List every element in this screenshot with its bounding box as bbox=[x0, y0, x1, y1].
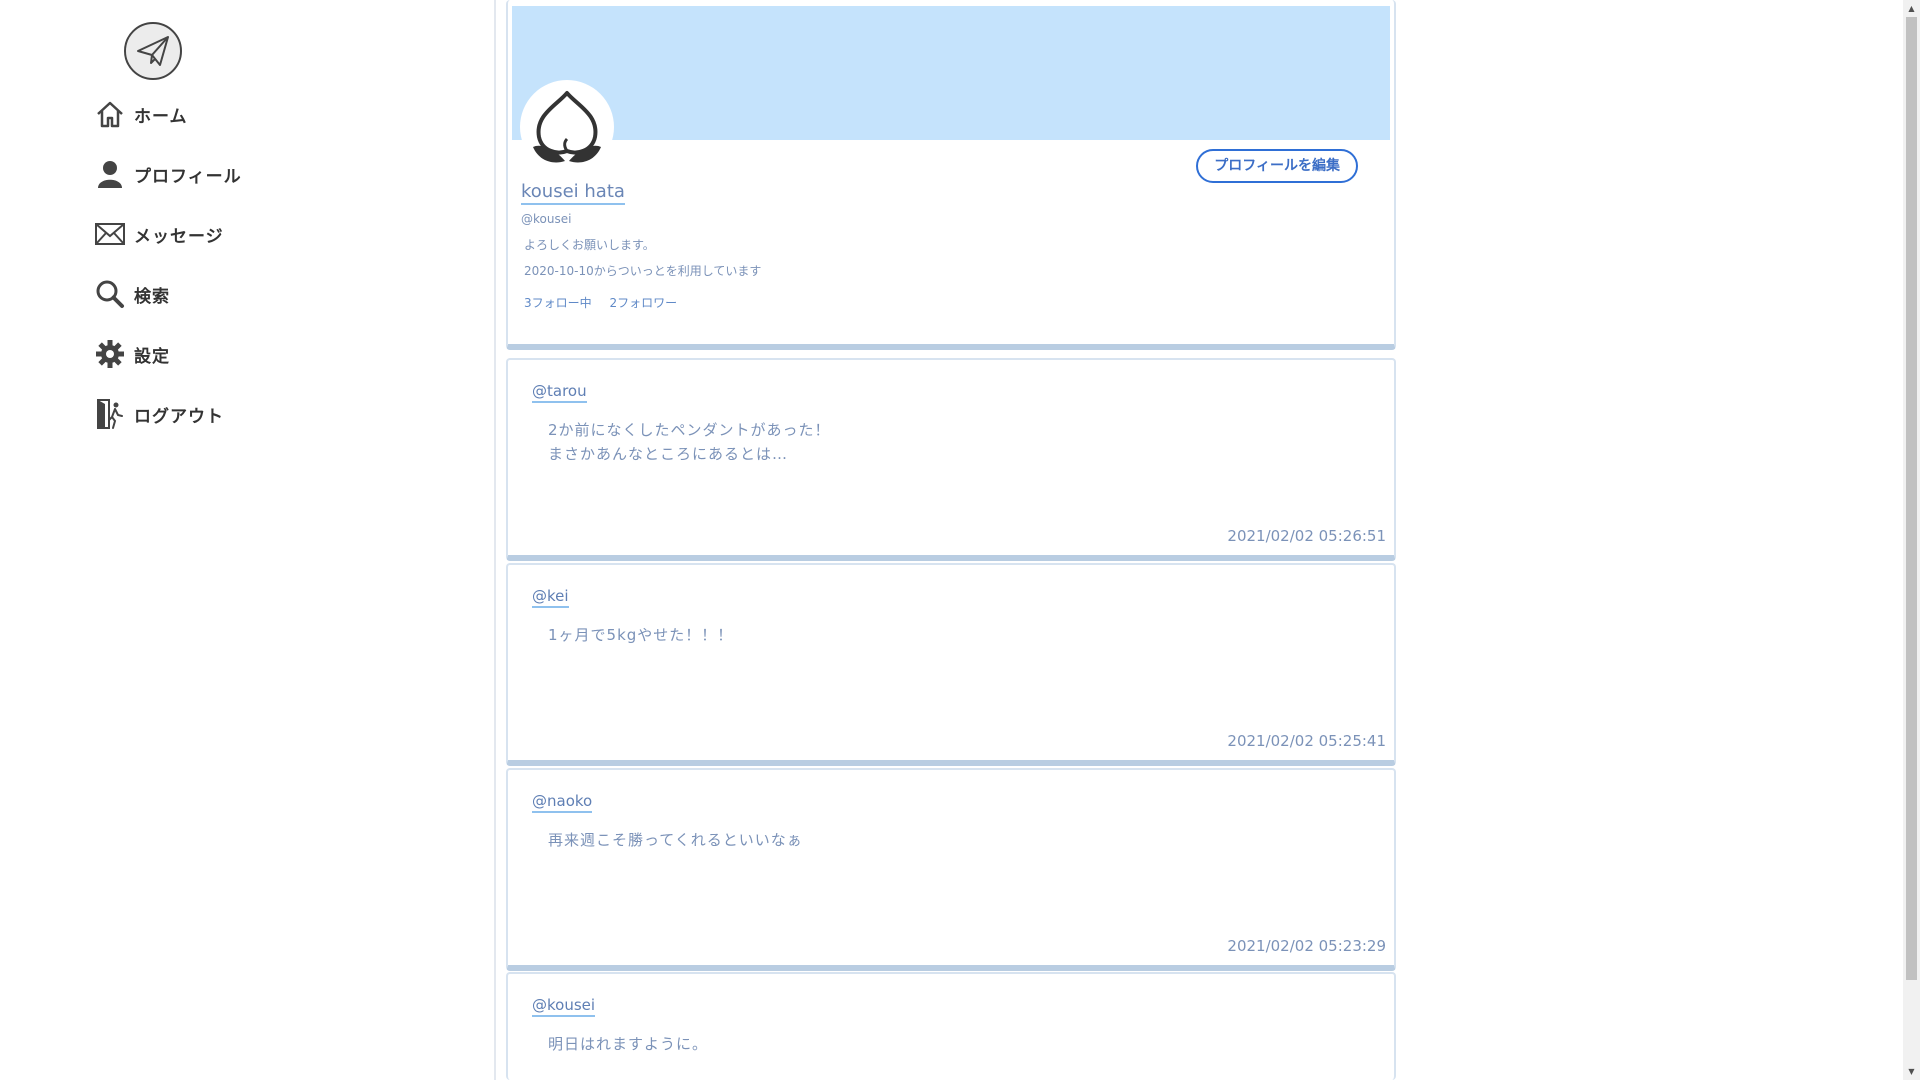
scroll-thumb[interactable] bbox=[1906, 17, 1917, 980]
post-card: @kousei 明日はれますように。 bbox=[506, 972, 1396, 1080]
scroll-down-arrow-icon[interactable]: ▼ bbox=[1903, 1063, 1920, 1080]
sidebar-item-label: ホーム bbox=[134, 106, 188, 127]
sidebar-item-messages[interactable]: メッセージ bbox=[94, 216, 242, 252]
followers-link[interactable]: 2フォロワー bbox=[609, 296, 677, 310]
sidebar-item-label: 検索 bbox=[134, 286, 170, 307]
sidebar-item-label: メッセージ bbox=[134, 226, 224, 247]
mail-icon bbox=[94, 218, 126, 250]
logout-icon bbox=[94, 398, 126, 430]
post-username[interactable]: @naoko bbox=[532, 792, 593, 813]
sidebar-item-settings[interactable]: 設定 bbox=[94, 336, 242, 372]
post-username[interactable]: @tarou bbox=[532, 382, 587, 403]
profile-banner bbox=[512, 6, 1390, 140]
follow-stats: 3フォロー中 2フォロワー bbox=[524, 294, 691, 311]
column-divider bbox=[494, 0, 496, 1080]
post-body: 再来週こそ勝ってくれるといいなぁ bbox=[548, 831, 803, 849]
post-username[interactable]: @kei bbox=[532, 587, 569, 608]
edit-profile-button[interactable]: プロフィールを編集 bbox=[1196, 149, 1358, 183]
user-icon bbox=[94, 158, 126, 190]
profile-card: プロフィールを編集 kousei hata @kousei よろしくお願いします… bbox=[506, 0, 1396, 350]
post-card: @kei 1ヶ月で5kgやせた！！！ 2021/02/02 05:25:41 bbox=[506, 563, 1396, 766]
post-timestamp: 2021/02/02 05:26:51 bbox=[1227, 527, 1386, 545]
search-icon bbox=[94, 278, 126, 310]
post-timestamp: 2021/02/02 05:25:41 bbox=[1227, 732, 1386, 750]
profile-handle: @kousei bbox=[521, 212, 572, 226]
home-icon bbox=[94, 98, 126, 130]
profile-display-name: kousei hata bbox=[521, 181, 625, 205]
scroll-up-arrow-icon[interactable]: ▲ bbox=[1903, 0, 1920, 17]
following-link[interactable]: 3フォロー中 bbox=[524, 296, 592, 310]
gear-icon bbox=[94, 338, 126, 370]
post-body: 明日はれますように。 bbox=[548, 1035, 709, 1053]
sidebar-item-label: プロフィール bbox=[134, 166, 242, 187]
profile-bio: よろしくお願いします。 bbox=[524, 238, 655, 252]
sidebar-item-logout[interactable]: ログアウト bbox=[94, 396, 242, 432]
sidebar-item-label: 設定 bbox=[134, 346, 170, 367]
page: ホーム プロフィール メッセージ 検索 設定 ログアウト プロフィールを編集 k… bbox=[0, 0, 1920, 1080]
post-body: 2か前になくしたペンダントがあった！ まさかあんなところにあるとは… bbox=[548, 421, 831, 463]
sidebar-item-search[interactable]: 検索 bbox=[94, 276, 242, 312]
sidebar-nav: ホーム プロフィール メッセージ 検索 設定 ログアウト bbox=[94, 96, 242, 456]
sidebar-item-label: ログアウト bbox=[134, 406, 224, 427]
post-body: 1ヶ月で5kgやせた！！！ bbox=[548, 626, 734, 644]
scrollbar[interactable]: ▲ ▼ bbox=[1903, 0, 1920, 1080]
sidebar-item-profile[interactable]: プロフィール bbox=[94, 156, 242, 192]
post-timestamp: 2021/02/02 05:23:29 bbox=[1227, 937, 1386, 955]
avatar[interactable] bbox=[520, 80, 614, 174]
app-logo[interactable] bbox=[124, 22, 182, 80]
paper-plane-icon bbox=[137, 36, 169, 66]
post-card: @tarou 2か前になくしたペンダントがあった！ まさかあんなところにあるとは… bbox=[506, 358, 1396, 561]
post-card: @naoko 再来週こそ勝ってくれるといいなぁ 2021/02/02 05:23… bbox=[506, 768, 1396, 971]
post-username[interactable]: @kousei bbox=[532, 996, 596, 1017]
sidebar-item-home[interactable]: ホーム bbox=[94, 96, 242, 132]
peach-icon bbox=[533, 91, 601, 163]
profile-joined-date: 2020-10-10からついっとを利用しています bbox=[524, 264, 762, 278]
